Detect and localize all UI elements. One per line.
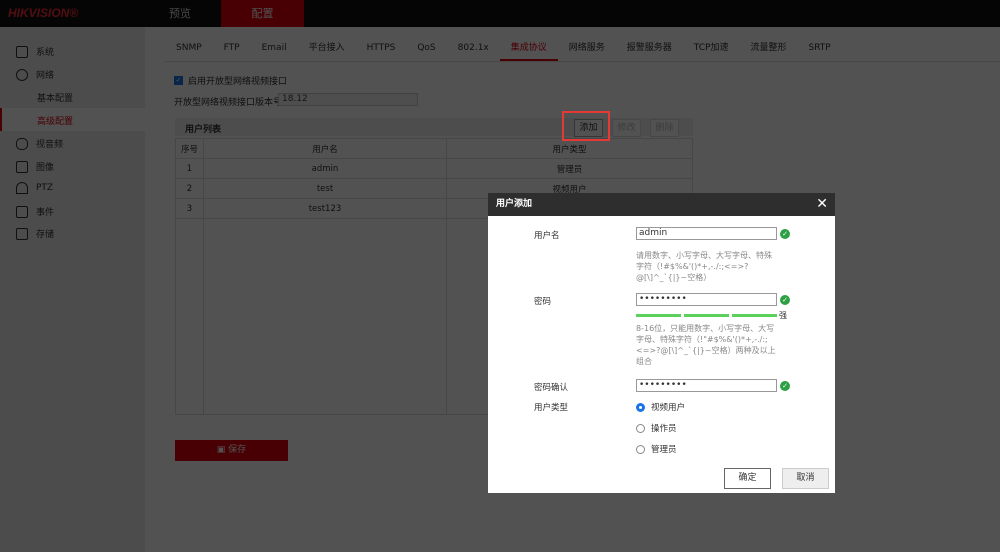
- image-icon: [16, 160, 28, 173]
- radio-icon: [636, 444, 645, 454]
- cell: 2: [175, 178, 204, 199]
- cell: test: [203, 178, 447, 199]
- usertype-label: 用户类型: [534, 403, 569, 413]
- confirm-input[interactable]: •••••••••: [636, 379, 777, 392]
- sidebar-item-av[interactable]: 视音频: [16, 137, 63, 150]
- strength-bar: [732, 314, 777, 317]
- valid-check-icon: ✓: [780, 381, 790, 391]
- label: 系统: [36, 48, 55, 58]
- tab-platform[interactable]: 平台接入: [298, 40, 356, 61]
- save-button[interactable]: ▣ 保存: [175, 440, 288, 461]
- label: 存储: [36, 230, 55, 240]
- label: 网络: [36, 71, 55, 81]
- username-input[interactable]: admin: [636, 227, 777, 240]
- dialog-title: 用户添加: [496, 199, 533, 209]
- strength-bar: [684, 314, 729, 317]
- tab-integration[interactable]: 集成协议: [499, 40, 558, 61]
- version-field[interactable]: 18.12: [278, 93, 418, 106]
- radio-admin[interactable]: 管理员: [636, 443, 677, 455]
- dialog-header: 用户添加 ✕: [488, 193, 835, 216]
- enable-checkbox[interactable]: ✓: [174, 76, 183, 85]
- tab-preview[interactable]: 预览: [140, 0, 220, 27]
- valid-check-icon: ✓: [780, 229, 790, 239]
- strength-bar: [636, 314, 681, 317]
- table-row[interactable]: 1 admin 管理员: [175, 158, 693, 179]
- col-usertype: 用户类型: [446, 138, 693, 159]
- sidebar-item-ptz[interactable]: PTZ: [16, 182, 53, 194]
- sidebar-item-advanced[interactable]: 高级配置: [37, 114, 73, 127]
- microphone-icon: [16, 137, 28, 150]
- globe-icon: [16, 68, 28, 81]
- tab-https[interactable]: HTTPS: [356, 40, 407, 61]
- label: 事件: [36, 208, 55, 218]
- radio-icon: [636, 402, 645, 412]
- label: PTZ: [36, 183, 54, 193]
- sidebar-item-storage[interactable]: 存储: [16, 227, 54, 240]
- close-icon[interactable]: ✕: [816, 193, 828, 216]
- tab-traffic[interactable]: 流量整形: [739, 40, 797, 61]
- cell: 管理员: [446, 158, 693, 179]
- delete-button[interactable]: 删除: [650, 119, 679, 137]
- col-index: 序号: [175, 138, 204, 159]
- table-header: 序号 用户名 用户类型: [175, 138, 693, 159]
- tab-ftp[interactable]: FTP: [213, 40, 251, 61]
- sidebar: 系统 网络 基本配置 高级配置 视音频 图像 PTZ 事件 存储: [0, 27, 145, 552]
- cancel-button[interactable]: 取消: [782, 468, 829, 489]
- password-hint: 8-16位，只能用数字、小写字母、大写字母、特殊字符（!"#$%&'()*+,-…: [636, 324, 776, 366]
- user-list-title: 用户列表: [185, 125, 222, 135]
- add-button[interactable]: 添加: [574, 119, 603, 137]
- logo: HIKVISION®: [8, 6, 79, 20]
- user-add-dialog: 用户添加 ✕ 用户名 admin ✓ 请用数字、小写字母、大写字母、特殊字符（!#…: [488, 193, 835, 493]
- sidebar-item-network[interactable]: 网络: [16, 68, 54, 81]
- password-input[interactable]: •••••••••: [636, 293, 777, 306]
- sub-tabs: SNMP FTP Email 平台接入 HTTPS QoS 802.1x 集成协…: [165, 40, 842, 61]
- radio-icon: [636, 423, 645, 433]
- label: 图像: [36, 163, 55, 173]
- label: 操作员: [651, 424, 677, 434]
- ok-button[interactable]: 确定: [724, 468, 771, 489]
- label: 视频用户: [651, 403, 686, 413]
- username-hint: 请用数字、小写字母、大写字母、特殊字符（!#$%&'()*+,-./:;<=>?…: [636, 251, 772, 282]
- floppy-icon: [16, 227, 28, 240]
- cell: test123: [203, 198, 447, 219]
- tab-snmp[interactable]: SNMP: [165, 40, 213, 61]
- radio-video-user[interactable]: 视频用户: [636, 401, 685, 413]
- label: 管理员: [651, 445, 677, 455]
- modify-button[interactable]: 修改: [612, 119, 641, 137]
- sidebar-item-basic[interactable]: 基本配置: [37, 91, 73, 104]
- label: 视音频: [36, 140, 64, 150]
- cell: 1: [175, 158, 204, 179]
- enable-row: ✓ 启用开放型网络视频接口: [174, 74, 287, 87]
- ptz-icon: [16, 182, 28, 194]
- enable-label: 启用开放型网络视频接口: [188, 77, 288, 87]
- radio-operator[interactable]: 操作员: [636, 422, 677, 434]
- sidebar-item-event[interactable]: 事件: [16, 205, 54, 218]
- cell: admin: [203, 158, 447, 179]
- save-label: 保存: [228, 445, 247, 455]
- confirm-label: 密码确认: [534, 383, 569, 393]
- tab-srtp[interactable]: SRTP: [798, 40, 842, 61]
- password-label: 密码: [534, 297, 552, 307]
- tab-config[interactable]: 配置: [221, 0, 304, 27]
- calendar-icon: [16, 205, 28, 218]
- divider: [165, 61, 1000, 62]
- strength-label: 强: [779, 311, 787, 320]
- col-username: 用户名: [203, 138, 447, 159]
- tab-email[interactable]: Email: [251, 40, 298, 61]
- sidebar-item-system[interactable]: 系统: [16, 45, 54, 58]
- tab-tcp[interactable]: TCP加速: [683, 40, 740, 61]
- valid-check-icon: ✓: [780, 295, 790, 305]
- username-label: 用户名: [534, 231, 560, 241]
- system-icon: [16, 45, 28, 58]
- tab-qos[interactable]: QoS: [406, 40, 446, 61]
- sidebar-item-image[interactable]: 图像: [16, 160, 54, 173]
- tab-alarm-server[interactable]: 报警服务器: [616, 40, 683, 61]
- tab-network-service[interactable]: 网络服务: [558, 40, 616, 61]
- version-label: 开放型网络视频接口版本号: [174, 98, 283, 108]
- top-bar: HIKVISION® 预览 配置: [0, 0, 1000, 27]
- cell: 3: [175, 198, 204, 219]
- save-icon: ▣: [216, 445, 229, 455]
- tab-8021x[interactable]: 802.1x: [447, 40, 500, 61]
